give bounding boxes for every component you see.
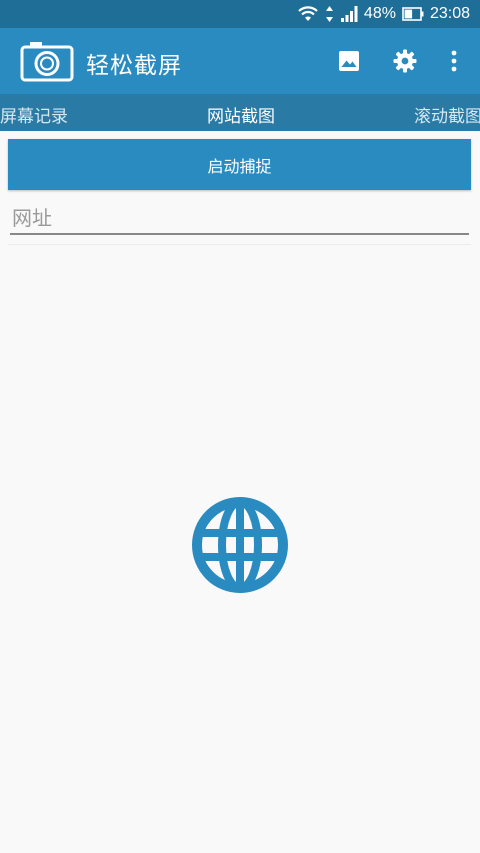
image-icon xyxy=(339,51,359,71)
wifi-icon xyxy=(297,5,319,23)
battery-percent: 48% xyxy=(363,5,396,22)
battery-icon xyxy=(402,7,424,21)
gear-icon xyxy=(393,49,417,73)
tab-scroll-screenshot[interactable]: 滚动截图 xyxy=(414,102,480,127)
url-input[interactable] xyxy=(10,203,469,235)
settings-button[interactable] xyxy=(389,45,421,77)
tab-screen-record[interactable]: 屏幕记录 xyxy=(0,102,68,127)
app-bar: 轻松截屏 xyxy=(0,28,480,94)
tab-bar: 屏幕记录 网站截图 滚动截图 xyxy=(0,94,480,131)
globe-icon xyxy=(190,497,290,593)
data-transfer-icon xyxy=(325,5,334,23)
clock: 23:08 xyxy=(429,5,470,22)
tab-website-screenshot[interactable]: 网站截图 xyxy=(207,102,275,127)
status-bar: 48% 23:08 xyxy=(0,0,480,28)
overflow-menu-button[interactable] xyxy=(438,45,470,77)
camera-icon xyxy=(20,40,74,82)
divider xyxy=(8,244,471,245)
app-title: 轻松截屏 xyxy=(86,53,182,79)
more-vert-icon xyxy=(451,50,457,72)
gallery-button[interactable] xyxy=(333,45,365,77)
signal-icon xyxy=(340,5,358,23)
start-capture-button[interactable]: 启动捕捉 xyxy=(8,139,471,190)
